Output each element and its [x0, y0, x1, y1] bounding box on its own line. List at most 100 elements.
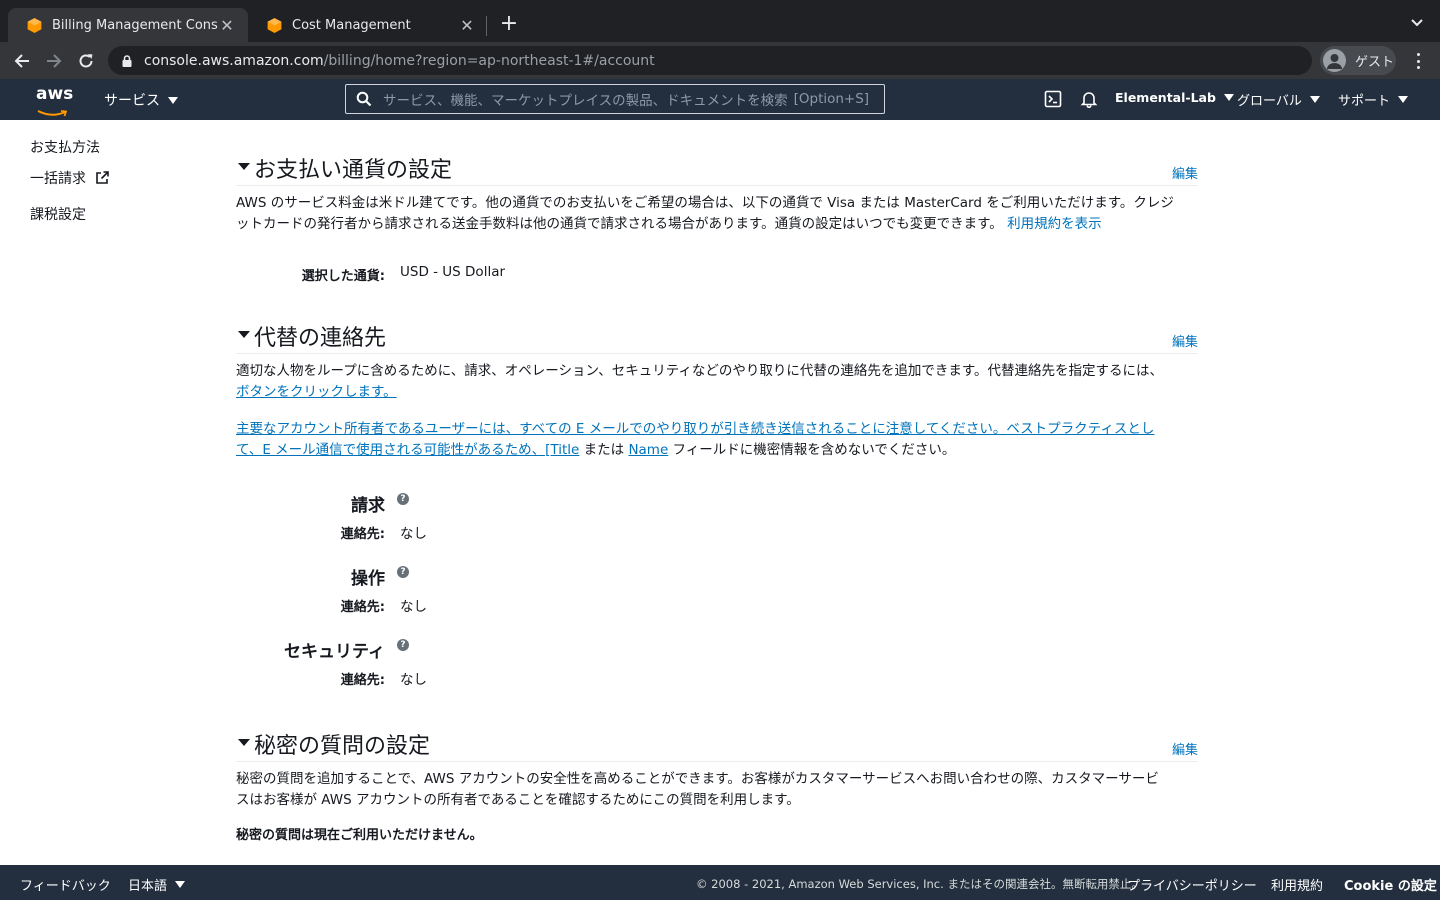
terms-link[interactable]: 利用規約を表示 [1007, 216, 1102, 232]
account-label: Elemental-Lab [1115, 90, 1216, 105]
security-questions-section-header: 秘密の質問の設定 編集 [236, 722, 1198, 762]
tab-title: Cost Management [292, 17, 411, 33]
sidebar-item-label: お支払方法 [30, 140, 100, 156]
edit-security-questions-link[interactable]: 編集 [1172, 739, 1198, 758]
profile-button[interactable]: ゲスト [1320, 46, 1396, 75]
security-questions-status: 秘密の質問は現在ご利用いただけません。 [236, 828, 483, 843]
support-label: サポート [1338, 94, 1391, 109]
tab-close-icon[interactable]: ✕ [458, 16, 476, 35]
note-link-line[interactable]: 主要なアカウント所有者であるユーザーには、すべての E メールでのやり取りが引き… [236, 419, 1198, 440]
copyright-text: © 2008 - 2021, Amazon Web Services, Inc.… [696, 877, 1143, 891]
aws-footer: フィードバック 日本語 © 2008 - 2021, Amazon Web Se… [0, 865, 1440, 900]
terms-link[interactable]: 利用規約 [1271, 875, 1323, 894]
aws-smile-icon [37, 110, 68, 117]
global-search-input[interactable]: サービス、機能、マーケットプレイスの製品、ドキュメントを検索 [Option+S… [345, 84, 885, 114]
caret-down-icon [1309, 96, 1320, 103]
contact-value: なし [400, 672, 427, 688]
notification-bell-icon[interactable] [1080, 90, 1098, 108]
browser-toolbar: console.aws.amazon.com/billing/home?regi… [0, 42, 1440, 79]
region-menu[interactable]: グローバル [1237, 90, 1320, 109]
selected-currency-value: USD - US Dollar [400, 264, 506, 280]
aws-navbar: aws サービス サービス、機能、マーケットプレイスの製品、ドキュメントを検索 … [0, 79, 1440, 120]
aws-logo-text: aws [36, 84, 74, 104]
caret-down-icon [1223, 94, 1234, 101]
section-title: 代替の連絡先 [254, 326, 387, 351]
forward-arrow-icon[interactable] [43, 50, 65, 72]
tab-billing-console[interactable]: Billing Management Console ✕ [8, 8, 248, 42]
language-label: 日本語 [128, 879, 168, 894]
alternate-description: 適切な人物をループに含めるために、請求、オペレーション、セキュリティなどのやり取… [236, 361, 1198, 403]
sidebar-item-consolidated-billing[interactable]: 一括請求 [30, 168, 110, 188]
contact-value: なし [400, 526, 427, 542]
search-icon [356, 91, 372, 107]
account-menu[interactable]: Elemental-Lab [1115, 90, 1234, 105]
security-desc-line: 秘密の質問を追加することで、AWS アカウントの安全性を高めることができます。お… [236, 771, 1159, 787]
collapse-triangle-icon[interactable] [238, 739, 250, 746]
billing-contact-heading: 請求 [351, 496, 385, 516]
url-path: /billing/home?region=ap-northeast-1#/acc… [323, 52, 655, 69]
contact-label: 連絡先: [340, 673, 385, 688]
browser-tabstrip: Billing Management Console ✕ Cost Manage… [0, 0, 1440, 42]
operations-contact-heading: 操作 [351, 569, 385, 589]
reload-icon[interactable] [75, 50, 97, 72]
currency-desc-line: ットカードの発行者から請求される送金手数料は他の通貨で請求される場合があります。… [236, 216, 1003, 232]
new-tab-plus-icon[interactable]: + [498, 13, 520, 35]
tab-divider [486, 16, 487, 36]
note-link-line[interactable]: て、E メール通信で使用される可能性があるため、[Title [236, 442, 579, 458]
guest-avatar-icon [1323, 49, 1346, 72]
privacy-policy-link[interactable]: プライバシーポリシー [1127, 875, 1257, 894]
search-shortcut: [Option+S] [793, 91, 870, 107]
edit-alternate-contacts-link[interactable]: 編集 [1172, 331, 1198, 350]
collapse-triangle-icon[interactable] [238, 331, 250, 338]
support-menu[interactable]: サポート [1338, 90, 1409, 109]
security-desc-line: スはお客様が AWS アカウントの所有者であることを確認するためにこの質問を利用… [236, 792, 800, 808]
name-field-link[interactable]: Name [628, 442, 668, 458]
aws-favicon-icon [267, 17, 282, 33]
help-icon[interactable]: ? [397, 493, 409, 505]
search-placeholder: サービス、機能、マーケットプレイスの製品、ドキュメントを検索 [383, 93, 788, 109]
tab-search-chevron-icon[interactable] [1408, 14, 1426, 32]
back-arrow-icon[interactable] [11, 50, 33, 72]
services-menu[interactable]: サービス [104, 90, 178, 110]
sidebar-item-payment-methods[interactable]: お支払方法 [30, 137, 100, 157]
selected-currency-label: 選択した通貨: [301, 269, 385, 284]
contact-label: 連絡先: [340, 527, 385, 542]
caret-down-icon [175, 881, 186, 888]
tab-close-icon[interactable]: ✕ [218, 16, 236, 35]
cookie-settings-link[interactable]: Cookie の設定 [1344, 875, 1437, 894]
edit-currency-link[interactable]: 編集 [1172, 163, 1198, 182]
contact-label: 連絡先: [340, 600, 385, 615]
caret-down-icon [1398, 96, 1409, 103]
aws-logo[interactable]: aws [36, 84, 74, 117]
help-icon[interactable]: ? [397, 639, 409, 651]
note-text: または [579, 442, 629, 458]
alternate-note: 主要なアカウント所有者であるユーザーには、すべての E メールでのやり取りが引き… [236, 419, 1198, 461]
region-label: グローバル [1237, 94, 1302, 109]
alternate-contacts-section-header: 代替の連絡先 編集 [236, 314, 1198, 354]
main-content: お支払い通貨の設定 編集 AWS のサービス料金は米ドル建てです。他の通貨でのお… [236, 120, 1198, 865]
browser-menu-icon[interactable] [1410, 51, 1426, 71]
help-icon[interactable]: ? [397, 566, 409, 578]
section-title: 秘密の質問の設定 [254, 734, 431, 759]
currency-description: AWS のサービス料金は米ドル建てです。他の通貨でのお支払いをご希望の場合は、以… [236, 193, 1198, 235]
services-label: サービス [104, 93, 160, 109]
caret-down-icon [168, 96, 178, 104]
collapse-triangle-icon[interactable] [238, 163, 250, 170]
language-selector[interactable]: 日本語 [128, 875, 186, 894]
section-title: お支払い通貨の設定 [254, 158, 453, 183]
address-bar[interactable]: console.aws.amazon.com/billing/home?regi… [108, 46, 1312, 75]
cloudshell-icon[interactable] [1044, 90, 1062, 108]
alternate-desc-line: 適切な人物をループに含めるために、請求、オペレーション、セキュリティなどのやり取… [236, 363, 1164, 379]
currency-section-header: お支払い通貨の設定 編集 [236, 146, 1198, 186]
security-contact-heading: セキュリティ [284, 642, 385, 662]
currency-desc-line: AWS のサービス料金は米ドル建てです。他の通貨でのお支払いをご希望の場合は、以… [236, 195, 1174, 211]
url-host: console.aws.amazon.com [144, 52, 324, 69]
aws-favicon-icon [27, 17, 42, 33]
tab-cost-management[interactable]: Cost Management ✕ [248, 8, 488, 42]
feedback-link[interactable]: フィードバック [20, 875, 111, 894]
click-button-link[interactable]: ボタンをクリックします。 [236, 384, 397, 400]
tab-title: Billing Management Console [52, 17, 218, 33]
external-link-icon [96, 171, 109, 184]
sidebar-item-tax-settings[interactable]: 課税設定 [30, 204, 86, 224]
billing-sidebar: お支払方法 一括請求 課税設定 [0, 120, 220, 865]
